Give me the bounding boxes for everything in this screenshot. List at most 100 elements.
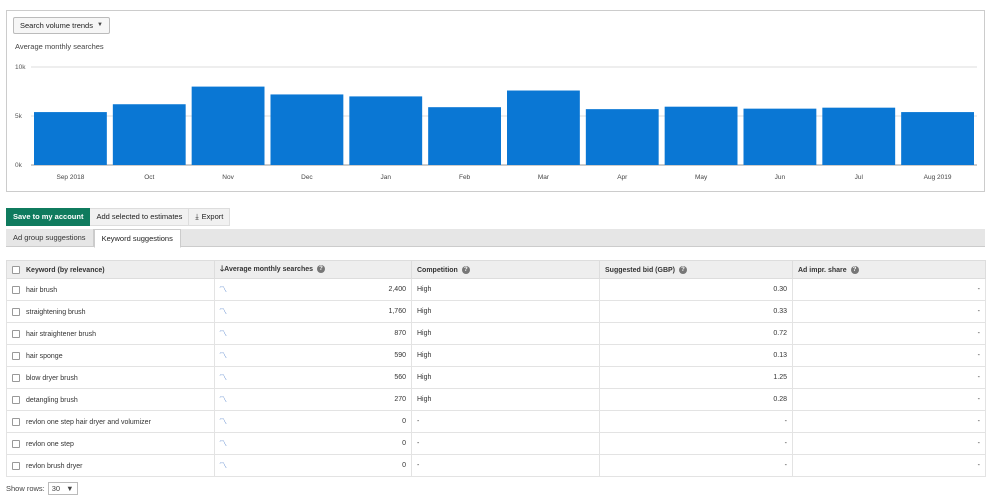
share-value: - — [977, 462, 980, 469]
bid-value: 0.72 — [773, 330, 787, 337]
tab-ad-group-suggestions[interactable]: Ad group suggestions — [6, 229, 94, 246]
table-row[interactable]: detangling brush 〽 270 High 0.28 - — [6, 388, 986, 411]
bar-nov[interactable] — [191, 86, 265, 165]
row-checkbox[interactable] — [12, 373, 20, 382]
trend-chart-icon[interactable]: 〽 — [219, 306, 227, 317]
row-checkbox[interactable] — [12, 307, 20, 316]
header-avg-monthly-searches[interactable]: 🡓Average monthly searches? — [214, 260, 412, 279]
add-to-estimates-button[interactable]: Add selected to estimates — [90, 208, 190, 226]
trend-chart-icon[interactable]: 〽 — [219, 284, 227, 295]
x-tick-label: Jun — [775, 174, 786, 181]
bar-dec[interactable] — [270, 94, 344, 165]
help-icon[interactable]: ? — [679, 265, 687, 274]
row-checkbox[interactable] — [12, 461, 20, 470]
competition-value: - — [417, 440, 420, 447]
header-searches-label: Average monthly searches — [224, 265, 314, 273]
searches-cell: 〽 870 — [214, 322, 412, 345]
bar-oct[interactable] — [112, 104, 186, 165]
trend-chart-icon[interactable]: 〽 — [219, 372, 227, 383]
competition-value: High — [417, 396, 432, 403]
share-value: - — [977, 352, 980, 359]
keyword-cell: revlon one step — [6, 432, 215, 455]
table-row[interactable]: hair brush 〽 2,400 High 0.30 - — [6, 278, 986, 301]
bar-may[interactable] — [664, 106, 738, 165]
chart-type-dropdown[interactable]: Search volume trends ▼ — [13, 17, 110, 34]
keyword-table: Keyword (by relevance) 🡓Average monthly … — [6, 260, 986, 477]
download-icon: ⤓ — [195, 212, 199, 221]
keyword-text[interactable]: straightening brush — [26, 308, 86, 315]
bid-cell: 0.13 — [599, 344, 793, 367]
searches-value: 870 — [394, 330, 406, 337]
header-suggested-bid[interactable]: Suggested bid (GBP)? — [599, 260, 793, 279]
searches-cell: 〽 0 — [214, 454, 412, 477]
table-row[interactable]: revlon one step 〽 0- - - — [6, 432, 986, 455]
keyword-text[interactable]: hair straightener brush — [26, 330, 96, 337]
trend-chart-icon[interactable]: 〽 — [219, 328, 227, 339]
share-cell: - — [792, 344, 986, 367]
trend-chart-icon[interactable]: 〽 — [219, 416, 227, 427]
bar-jul[interactable] — [822, 107, 896, 165]
row-checkbox[interactable] — [12, 351, 20, 360]
row-checkbox[interactable] — [12, 439, 20, 448]
row-checkbox[interactable] — [12, 329, 20, 338]
share-cell: - — [792, 322, 986, 345]
row-checkbox[interactable] — [12, 395, 20, 404]
trend-chart-icon[interactable]: 〽 — [219, 460, 227, 471]
header-competition-label: Competition — [417, 266, 458, 274]
table-row[interactable]: hair sponge 〽 590 High 0.13 - — [6, 344, 986, 367]
row-checkbox[interactable] — [12, 285, 20, 294]
keyword-text[interactable]: hair brush — [26, 286, 57, 293]
bar-sep-2018[interactable] — [34, 112, 107, 165]
header-competition[interactable]: Competition? — [411, 260, 600, 279]
bar-mar[interactable] — [507, 90, 580, 165]
x-tick-label: Apr — [617, 174, 628, 181]
save-to-account-button[interactable]: Save to my account — [6, 208, 91, 226]
select-all-checkbox[interactable] — [12, 265, 20, 274]
bar-jan[interactable] — [349, 96, 423, 165]
trend-chart-icon[interactable]: 〽 — [219, 394, 227, 405]
keyword-text[interactable]: blow dryer brush — [26, 374, 78, 381]
header-keyword[interactable]: Keyword (by relevance) — [6, 260, 215, 279]
share-cell: - — [792, 300, 986, 323]
help-icon[interactable]: ? — [850, 265, 859, 274]
searches-value: 2,400 — [388, 286, 406, 293]
rows-per-page-select[interactable]: 30 ▼ — [47, 482, 78, 495]
table-row[interactable]: hair straightener brush 〽 870 High 0.72 - — [6, 322, 986, 345]
tab-keyword-suggestions[interactable]: Keyword suggestions — [93, 229, 181, 248]
trend-chart-icon[interactable]: 〽 — [219, 438, 227, 449]
keyword-text[interactable]: revlon one step — [26, 440, 74, 447]
table-row[interactable]: blow dryer brush 〽 560 High 1.25 - — [6, 366, 986, 389]
keyword-text[interactable]: hair sponge — [26, 352, 63, 359]
trend-chart-icon[interactable]: 〽 — [219, 350, 227, 361]
bid-cell: 0.72 — [599, 322, 793, 345]
table-row[interactable]: straightening brush 〽 1,760 High 0.33 - — [6, 300, 986, 323]
bar-apr[interactable] — [585, 109, 659, 165]
x-tick-label: Feb — [459, 174, 471, 181]
keyword-cell: revlon brush dryer — [6, 454, 215, 477]
export-button[interactable]: ⤓ Export — [189, 208, 231, 226]
keyword-text[interactable]: revlon one step hair dryer and volumizer — [26, 418, 151, 425]
share-cell: - — [792, 410, 986, 433]
share-cell: - — [792, 366, 986, 389]
searches-value: 270 — [394, 396, 406, 403]
bid-value: 0.28 — [773, 396, 787, 403]
x-tick-label: May — [695, 174, 708, 181]
bar-aug-2019[interactable] — [901, 112, 974, 165]
share-cell: - — [792, 454, 986, 477]
header-ad-impr-share[interactable]: Ad impr. share? — [792, 260, 986, 279]
competition-cell: High — [411, 366, 600, 389]
help-icon[interactable]: ? — [461, 265, 470, 274]
bar-jun[interactable] — [743, 108, 817, 165]
competition-value: High — [417, 330, 432, 337]
help-icon[interactable]: ? — [317, 264, 326, 273]
table-row[interactable]: revlon one step hair dryer and volumizer… — [6, 410, 986, 433]
searches-cell: 〽 590 — [214, 344, 412, 367]
keyword-text[interactable]: revlon brush dryer — [26, 462, 82, 469]
keyword-text[interactable]: detangling brush — [26, 396, 78, 403]
y-tick-label: 5k — [15, 113, 23, 120]
row-checkbox[interactable] — [12, 417, 20, 426]
search-volume-chart: 0k 5k 10k Sep 2018 Oct Nov Dec Jan Feb Mar Apr May J… — [15, 64, 977, 181]
table-row[interactable]: revlon brush dryer 〽 0- - - — [6, 454, 986, 477]
bar-feb[interactable] — [428, 107, 501, 165]
bid-cell: 0.30 — [599, 278, 793, 301]
